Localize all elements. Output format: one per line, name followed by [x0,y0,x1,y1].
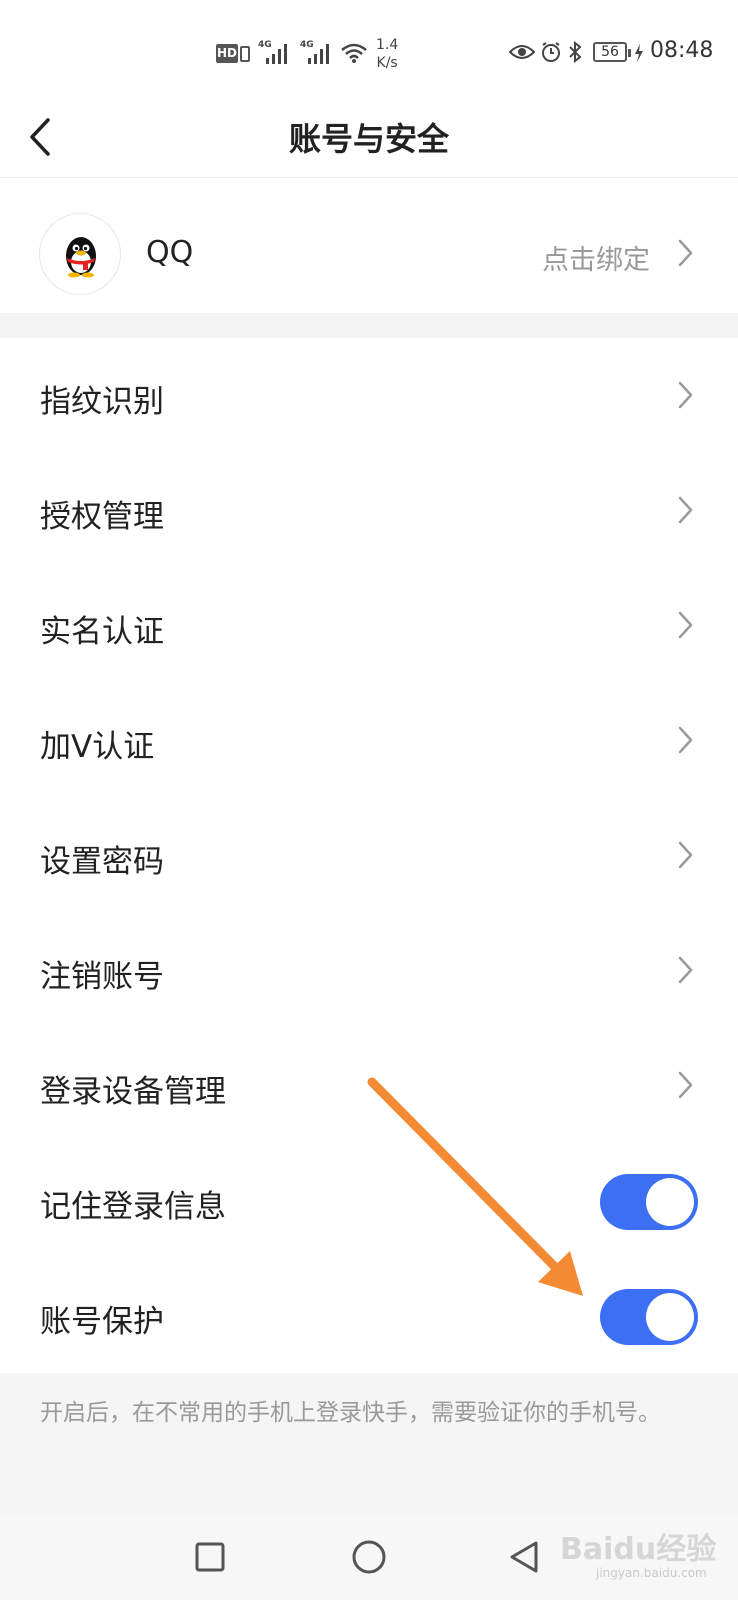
menu-item-label: 账号保护 [40,1304,164,1340]
chevron-right-icon [678,381,693,409]
account-protection-toggle[interactable] [600,1289,698,1345]
chevron-right-icon [678,496,693,524]
menu-item-authorization[interactable]: 授权管理 [0,453,738,568]
network-speed-value: 1.4 [376,37,399,53]
menu-item-label: 登录设备管理 [40,1074,226,1110]
menu-item-label: 设置密码 [40,844,164,880]
menu-item-fingerprint[interactable]: 指纹识别 [0,338,738,453]
chevron-right-icon [678,611,693,639]
menu-item-remember-login: 记住登录信息 [0,1143,738,1258]
qq-binding-row[interactable]: QQ 点击绑定 [0,178,738,313]
hd-voice-icon: HD [216,44,238,63]
menu-item-label: 授权管理 [40,499,164,535]
page-header: 账号与安全 [0,100,738,178]
qq-label: QQ [146,235,194,270]
toggle-knob [646,1178,694,1226]
page-title: 账号与安全 [288,120,449,158]
chevron-right-icon [678,239,693,267]
remember-login-toggle[interactable] [600,1174,698,1230]
bluetooth-icon [569,41,582,63]
baidu-watermark: Baidu经验 [560,1532,717,1567]
menu-item-label: 指纹识别 [40,384,164,420]
recents-button[interactable] [171,1515,251,1600]
sim-card-icon [240,46,250,62]
home-button[interactable] [329,1515,409,1600]
network-speed-unit: K/s [376,55,398,71]
settings-list: 指纹识别 授权管理 实名认证 加V认证 设置密码 注销账号 登录设备管理 记住登… [0,338,738,1373]
menu-item-set-password[interactable]: 设置密码 [0,798,738,913]
qq-avatar [39,213,121,295]
triangle-back-icon [510,1541,538,1573]
eye-comfort-icon [509,45,535,59]
qq-bind-link[interactable]: 点击绑定 [542,238,650,277]
signal-bars-1-icon [266,42,292,64]
wifi-icon [341,43,367,63]
circle-icon [352,1540,386,1574]
chevron-right-icon [678,841,693,869]
menu-item-label: 加V认证 [40,729,155,765]
back-nav-button[interactable] [486,1515,566,1600]
footer-area: 开启后，在不常用的手机上登录快手，需要验证你的手机号。 [0,1373,738,1515]
menu-item-login-devices[interactable]: 登录设备管理 [0,1028,738,1143]
account-protection-note: 开启后，在不常用的手机上登录快手，需要验证你的手机号。 [40,1400,661,1426]
menu-item-label: 记住登录信息 [40,1189,226,1225]
menu-item-v-verification[interactable]: 加V认证 [0,683,738,798]
status-bar: HD 4G 4G 1.4 K/s 56 08:48 [0,0,738,100]
baidu-watermark-url: jingyan.baidu.com [596,1566,707,1580]
chevron-right-icon [678,1071,693,1099]
chevron-right-icon [678,956,693,984]
menu-item-real-name[interactable]: 实名认证 [0,568,738,683]
section-divider [0,313,738,338]
menu-item-account-protection: 账号保护 [0,1258,738,1373]
battery-level: 56 [593,42,631,62]
menu-item-delete-account[interactable]: 注销账号 [0,913,738,1028]
status-time: 08:48 [650,38,714,63]
signal-bars-2-icon [308,42,334,64]
alarm-icon [542,42,560,62]
toggle-knob [646,1293,694,1341]
menu-item-label: 实名认证 [40,614,164,650]
square-icon [195,1542,225,1572]
chevron-right-icon [678,726,693,754]
menu-item-label: 注销账号 [40,959,164,995]
qq-penguin-icon [66,237,96,278]
network-speed: 1.4 K/s [376,36,398,72]
charging-icon [635,44,643,62]
